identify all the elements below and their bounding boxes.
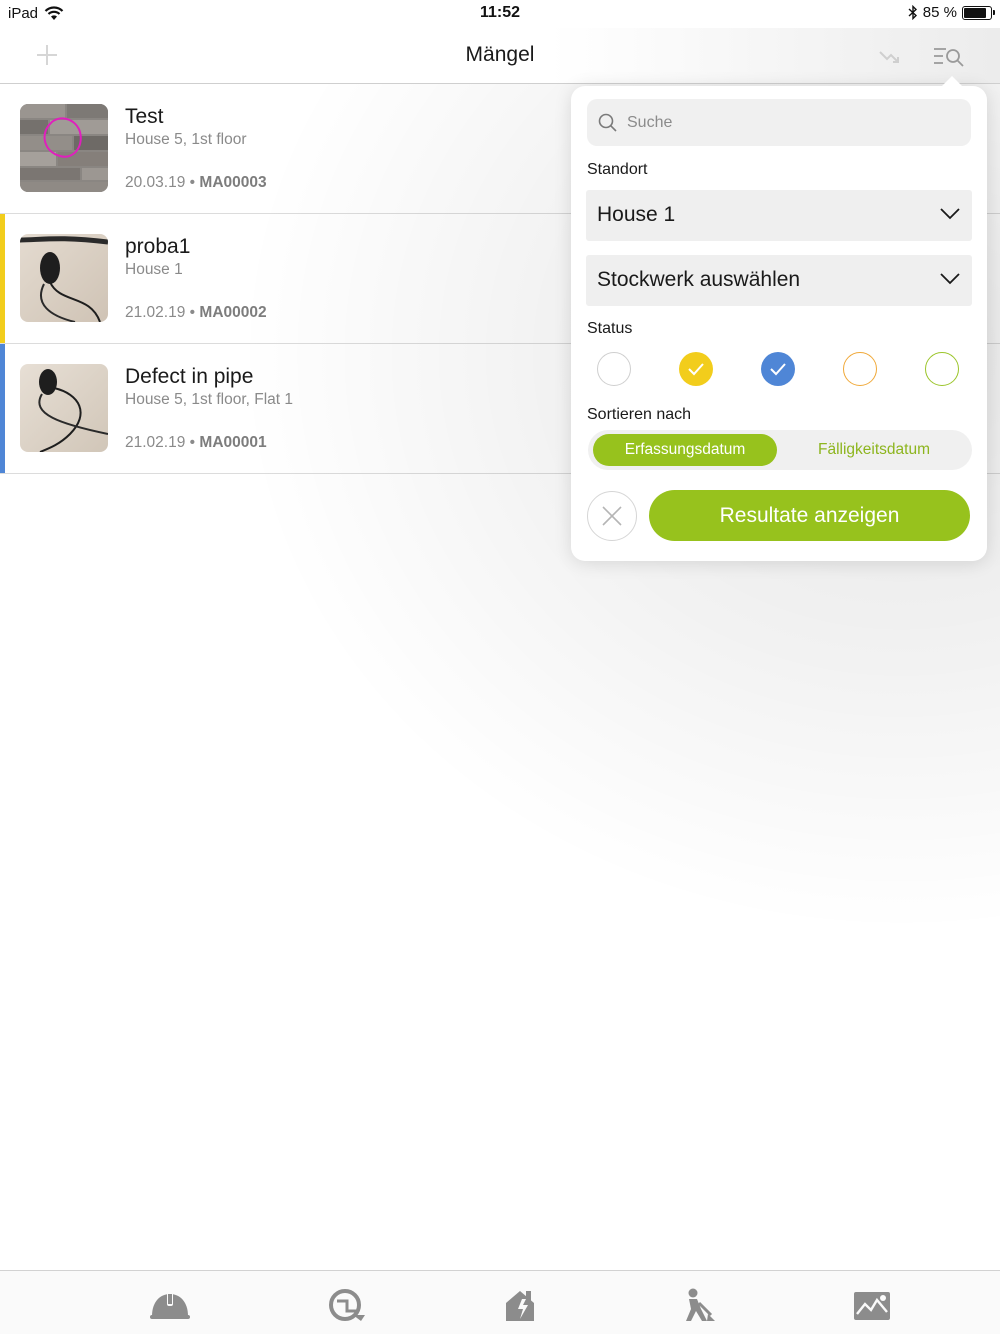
tab-buildings[interactable] xyxy=(500,1285,544,1325)
floor-value: Stockwerk auswählen xyxy=(597,268,801,291)
tab-plans[interactable] xyxy=(325,1285,369,1325)
popover-arrow xyxy=(941,76,963,87)
search-input[interactable]: Suche xyxy=(587,99,971,146)
tab-workers[interactable] xyxy=(675,1285,719,1325)
status-right: 85 % xyxy=(908,4,995,21)
location-label: Standort xyxy=(587,161,648,178)
show-results-button[interactable]: Resultate anzeigen xyxy=(649,490,970,541)
sort-segmented-control: Erfassungsdatum Fälligkeitsdatum xyxy=(588,430,972,470)
helmet-icon xyxy=(150,1292,190,1319)
close-icon xyxy=(602,506,622,526)
sort-option-due-date[interactable]: Fälligkeitsdatum xyxy=(781,434,967,466)
defect-meta: 21.02.19 • MA00002 xyxy=(125,304,267,322)
reset-filter-button[interactable] xyxy=(587,491,637,541)
page-title: Mängel xyxy=(465,43,535,66)
defect-date: 21.02.19 xyxy=(125,304,186,321)
status-stripe xyxy=(0,84,5,213)
defect-title: Test xyxy=(125,105,164,128)
chevron-down-icon xyxy=(940,208,960,220)
location-value: House 1 xyxy=(597,203,676,226)
defect-title: Defect in pipe xyxy=(125,365,254,388)
defect-title: proba1 xyxy=(125,235,191,258)
tab-defects[interactable] xyxy=(148,1285,192,1325)
check-icon xyxy=(770,363,786,376)
status-option-5[interactable] xyxy=(925,352,959,386)
bluetooth-icon xyxy=(908,5,917,20)
defect-meta: 20.03.19 • MA00003 xyxy=(125,174,267,192)
separator-dot: • xyxy=(189,304,196,321)
floor-select[interactable]: Stockwerk auswählen xyxy=(586,255,972,306)
battery-percent: 85 % xyxy=(922,4,957,21)
defect-id: MA00001 xyxy=(199,434,267,451)
check-icon xyxy=(688,363,704,376)
filter-popover: Suche Standort House 1 Stockwerk auswähl… xyxy=(571,76,987,561)
search-icon xyxy=(598,113,617,132)
status-stripe xyxy=(0,214,5,343)
status-stripe xyxy=(0,344,5,473)
plan-icon xyxy=(329,1289,365,1321)
status-filter xyxy=(597,352,961,386)
battery-fill xyxy=(964,7,987,18)
defect-photo xyxy=(20,104,108,192)
location-select[interactable]: House 1 xyxy=(586,190,972,241)
defect-date: 20.03.19 xyxy=(125,174,186,191)
clock: 11:52 xyxy=(479,4,521,21)
status-option-4[interactable] xyxy=(843,352,877,386)
defect-meta: 21.02.19 • MA00001 xyxy=(125,434,267,452)
status-label: Status xyxy=(587,320,633,337)
status-option-1[interactable] xyxy=(597,352,631,386)
search-placeholder: Suche xyxy=(627,113,673,131)
separator-dot: • xyxy=(189,434,196,451)
defect-id: MA00002 xyxy=(199,304,267,321)
sort-option-capture-date[interactable]: Erfassungsdatum xyxy=(593,434,777,466)
defect-location: House 5, 1st floor xyxy=(125,131,247,148)
defect-location: House 5, 1st floor, Flat 1 xyxy=(125,391,294,408)
sort-icon[interactable] xyxy=(876,44,902,70)
status-option-2[interactable] xyxy=(679,352,713,386)
status-bar: iPad 11:52 85 % xyxy=(0,0,1000,28)
defect-id: MA00003 xyxy=(199,174,267,191)
status-option-3[interactable] xyxy=(761,352,795,386)
separator-dot: • xyxy=(189,174,196,191)
defect-date: 21.02.19 xyxy=(125,434,186,451)
sort-label: Sortieren nach xyxy=(587,406,692,423)
tab-photos[interactable] xyxy=(850,1285,894,1325)
tab-bar xyxy=(0,1270,1000,1334)
filter-search-icon[interactable] xyxy=(932,44,966,70)
navigation-bar: Mängel xyxy=(0,28,1000,84)
defect-photo xyxy=(20,234,108,322)
battery-icon xyxy=(962,5,995,20)
defect-location: House 1 xyxy=(125,261,183,278)
worker-icon xyxy=(686,1288,715,1321)
defect-photo xyxy=(20,364,108,452)
chevron-down-icon xyxy=(940,273,960,285)
building-icon xyxy=(506,1291,534,1321)
photos-icon xyxy=(854,1292,890,1320)
